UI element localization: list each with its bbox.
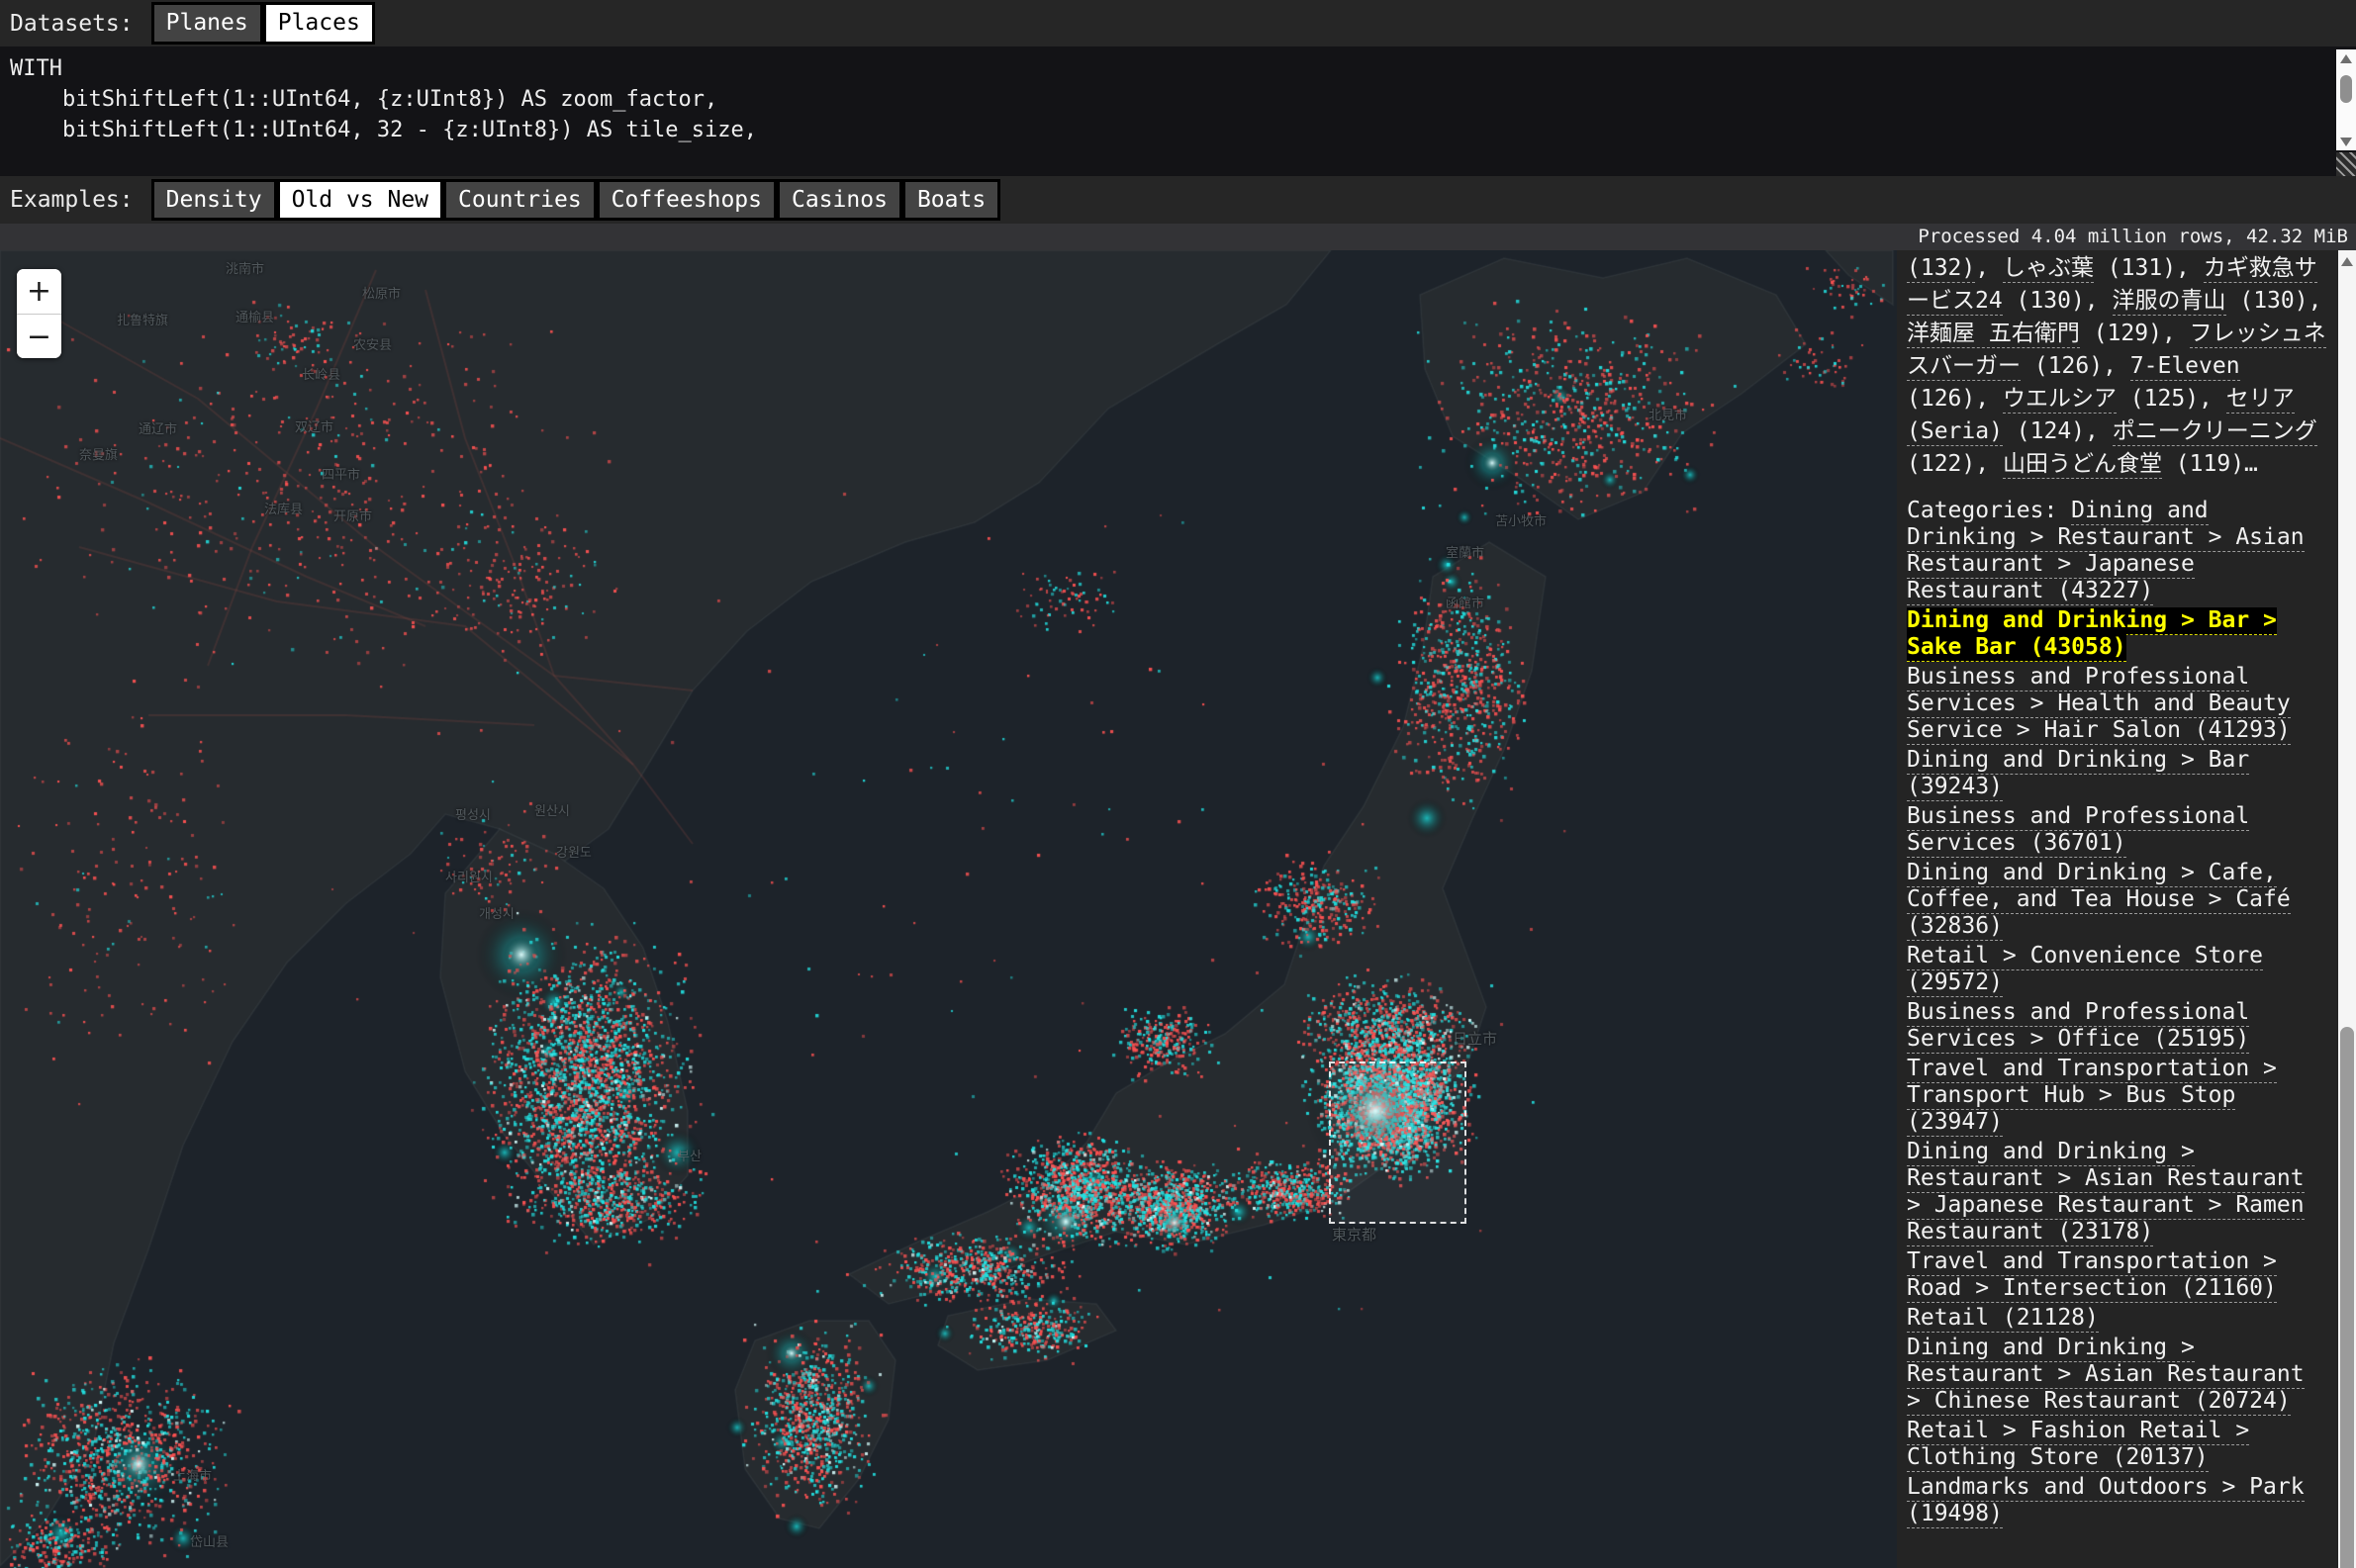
- brand-link[interactable]: 洋麺屋 五右衛門: [1907, 321, 2080, 348]
- category-link[interactable]: Dining and Drinking > Restaurant > Asian…: [1907, 1335, 2305, 1416]
- category-link[interactable]: Business and Professional Services > Hea…: [1907, 664, 2291, 745]
- category-link-selected[interactable]: Dining and Drinking > Bar > Sake Bar (43…: [1907, 607, 2277, 662]
- category-item: Dining and Drinking > Cafe, Coffee, and …: [1907, 860, 2328, 940]
- categories-label: Categories:: [1907, 498, 2071, 523]
- brand-link[interactable]: しゃぶ葉: [2003, 255, 2094, 283]
- category-item: Business and Professional Services > Hea…: [1907, 664, 2328, 744]
- editor-scrollbar[interactable]: [2336, 49, 2356, 150]
- example-button-casinos[interactable]: Casinos: [777, 179, 902, 222]
- category-link[interactable]: Retail > Fashion Retail > Clothing Store…: [1907, 1418, 2249, 1472]
- category-item: Business and Professional Services (3670…: [1907, 803, 2328, 857]
- sql-code[interactable]: WITH bitShiftLeft(1::UInt64, {z:UInt8}) …: [0, 46, 2356, 152]
- zoom-in-button[interactable]: +: [17, 269, 61, 314]
- examples-button-group: DensityOld vs NewCountriesCoffeeshopsCas…: [151, 179, 1001, 222]
- datasets-label: Datasets:: [10, 11, 134, 37]
- dataset-button-planes[interactable]: Planes: [151, 2, 263, 45]
- examples-label: Examples:: [10, 187, 134, 213]
- map[interactable]: 洮南市松原市扎鲁特旗通榆县农安县长岭县通辽市双辽市奈曼旗四平市法库县开原市北見市…: [0, 250, 1898, 1568]
- category-item: Landmarks and Outdoors > Park (19498): [1907, 1474, 2328, 1527]
- brand-link[interactable]: ウエルシア: [2003, 386, 2117, 414]
- category-item: Dining and Drinking > Restaurant > Asian…: [1907, 1139, 2328, 1245]
- category-link[interactable]: Landmarks and Outdoors > Park (19498): [1907, 1474, 2305, 1528]
- categories-list: Categories: Dining and Drinking > Restau…: [1907, 498, 2328, 1527]
- category-link[interactable]: Retail (21128): [1907, 1305, 2099, 1333]
- category-item: Travel and Transportation > Road > Inter…: [1907, 1248, 2328, 1302]
- top-brands-list: (132), しゃぶ葉 (131), カギ救急サービス24 (130), 洋服の…: [1907, 252, 2328, 481]
- category-link[interactable]: Retail > Convenience Store (29572): [1907, 943, 2263, 997]
- results-sidebar: (132), しゃぶ葉 (131), カギ救急サービス24 (130), 洋服の…: [1897, 250, 2338, 1568]
- brand-link[interactable]: ポニークリーニング: [2113, 418, 2317, 446]
- datasets-bar: Datasets: PlanesPlaces: [0, 0, 2356, 46]
- example-button-coffeeshops[interactable]: Coffeeshops: [597, 179, 777, 222]
- example-button-countries[interactable]: Countries: [443, 179, 597, 222]
- category-item: Dining and Drinking > Bar (39243): [1907, 747, 2328, 800]
- zoom-out-button[interactable]: −: [17, 314, 61, 358]
- category-link[interactable]: Dining and Drinking > Cafe, Coffee, and …: [1907, 860, 2291, 941]
- brand-link[interactable]: 洋服の青山: [2113, 288, 2226, 316]
- category-link[interactable]: Business and Professional Services (3670…: [1907, 803, 2249, 858]
- category-item: Travel and Transportation > Transport Hu…: [1907, 1056, 2328, 1136]
- status-bar: Processed 4.04 million rows, 42.32 MiB: [0, 224, 2356, 250]
- examples-bar: Examples: DensityOld vs NewCountriesCoff…: [0, 176, 2356, 224]
- editor-scrollbar-thumb[interactable]: [2340, 75, 2352, 103]
- category-item: Retail > Fashion Retail > Clothing Store…: [1907, 1418, 2328, 1471]
- category-item: Categories: Dining and Drinking > Restau…: [1907, 498, 2328, 604]
- category-link[interactable]: Dining and Drinking > Bar (39243): [1907, 747, 2249, 801]
- category-item: Retail (21128): [1907, 1305, 2328, 1332]
- datasets-button-group: PlanesPlaces: [151, 2, 375, 45]
- category-item: Retail > Convenience Store (29572): [1907, 943, 2328, 996]
- category-link[interactable]: Travel and Transportation > Transport Hu…: [1907, 1056, 2277, 1137]
- category-item: Business and Professional Services > Off…: [1907, 999, 2328, 1053]
- brand-link[interactable]: 7-Eleven: [2130, 353, 2240, 381]
- sql-editor[interactable]: WITH bitShiftLeft(1::UInt64, {z:UInt8}) …: [0, 46, 2356, 176]
- zoom-control: + −: [17, 269, 61, 358]
- scroll-up-icon[interactable]: [2340, 54, 2352, 63]
- category-link[interactable]: Business and Professional Services > Off…: [1907, 999, 2249, 1054]
- category-item: Dining and Drinking > Restaurant > Asian…: [1907, 1335, 2328, 1415]
- page-scrollbar-thumb[interactable]: [2340, 1027, 2354, 1568]
- map-selection-rect[interactable]: [1329, 1061, 1466, 1224]
- brand-link[interactable]: 山田うどん食堂: [2003, 451, 2162, 479]
- scroll-up-icon[interactable]: [2341, 257, 2353, 266]
- map-canvas[interactable]: [0, 250, 1898, 1568]
- category-link[interactable]: Dining and Drinking > Restaurant > Asian…: [1907, 1139, 2305, 1246]
- category-item: Dining and Drinking > Bar > Sake Bar (43…: [1907, 607, 2328, 661]
- example-button-density[interactable]: Density: [151, 179, 277, 222]
- resize-grip-icon[interactable]: [2336, 152, 2356, 176]
- example-button-boats[interactable]: Boats: [902, 179, 1000, 222]
- dataset-button-places[interactable]: Places: [263, 2, 375, 45]
- page-scrollbar[interactable]: [2338, 250, 2356, 1568]
- brand-link[interactable]: (132): [1907, 255, 1975, 283]
- example-button-old-vs-new[interactable]: Old vs New: [277, 179, 443, 222]
- scroll-down-icon[interactable]: [2340, 138, 2352, 146]
- category-link[interactable]: Travel and Transportation > Road > Inter…: [1907, 1248, 2277, 1303]
